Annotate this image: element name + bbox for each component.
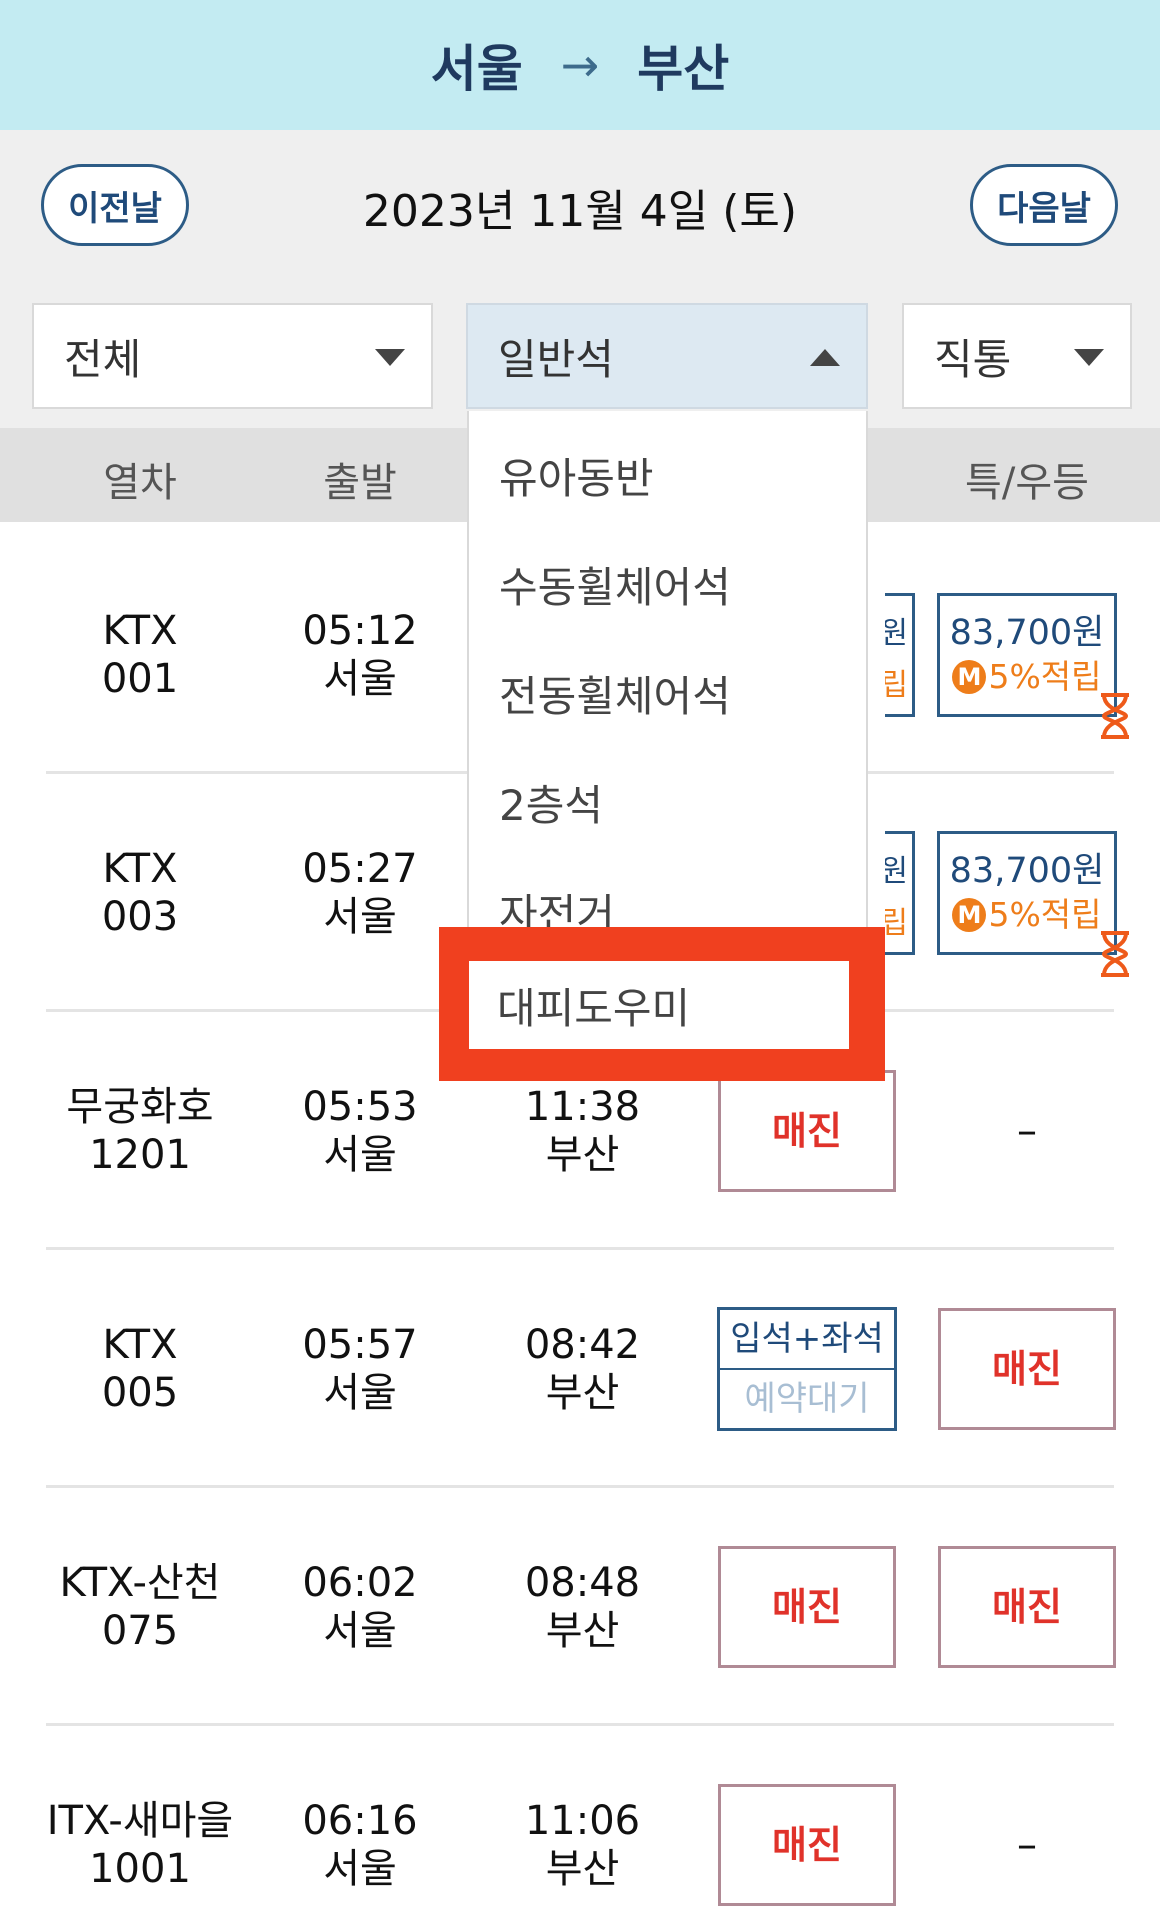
train-number: 075 <box>101 1608 179 1654</box>
mileage-text: 5%적립 <box>988 657 1102 696</box>
arrival-station: 부산 <box>545 1608 620 1654</box>
next-day-button[interactable]: 다음날 <box>970 164 1118 246</box>
route-header: 서울 → 부산 <box>0 0 1160 130</box>
arrival-time: 08:48 <box>524 1560 641 1606</box>
arrival-station: 부산 <box>545 1370 620 1416</box>
hourglass-icon <box>1101 931 1129 977</box>
arrival-station: 부산 <box>545 1846 620 1892</box>
arrival-time: 11:06 <box>524 1798 641 1844</box>
train-name: 무궁화호 <box>66 1084 214 1130</box>
caret-down-icon <box>375 349 405 366</box>
departure-time: 05:27 <box>302 846 418 892</box>
seat-class-select[interactable]: 일반석 <box>466 303 868 409</box>
dropdown-option[interactable]: 전동휠체어석 <box>499 663 731 724</box>
travel-date: 2023년 11월 4일 (토) <box>362 186 798 237</box>
table-row[interactable]: ITX-새마을 1001 06:16 서울 11:06 부산 매진 – <box>0 1726 1160 1926</box>
seat-price: 83,700원 <box>949 851 1105 891</box>
dropdown-option[interactable]: 유아동반 <box>499 445 654 506</box>
mileage-icon: M <box>952 898 987 932</box>
train-number: 1001 <box>89 1846 191 1892</box>
train-number: 1201 <box>89 1132 191 1178</box>
standing-seat-option[interactable]: 입석+좌석 <box>720 1310 894 1370</box>
arrow-right-icon: → <box>560 38 600 92</box>
route-type-value: 직통 <box>934 334 1012 384</box>
sold-out-button[interactable]: 매진 <box>718 1784 896 1906</box>
departure-time: 05:57 <box>302 1322 418 1368</box>
dropdown-option[interactable]: 2층석 <box>499 772 603 833</box>
arrival-station: 부산 <box>545 1132 620 1178</box>
arrival-city: 부산 <box>637 40 730 98</box>
sold-out-button[interactable]: 매진 <box>938 1308 1116 1430</box>
train-type-select[interactable]: 전체 <box>32 303 433 409</box>
arrival-time: 08:42 <box>524 1322 641 1368</box>
departure-station: 서울 <box>323 656 397 702</box>
col-departure: 출발 <box>323 460 397 506</box>
hourglass-icon <box>1101 693 1129 739</box>
departure-station: 서울 <box>323 1846 397 1892</box>
train-name: KTX <box>102 1322 178 1368</box>
caret-down-icon <box>1074 349 1104 366</box>
departure-station: 서울 <box>323 1608 397 1654</box>
train-name: ITX-새마을 <box>46 1798 234 1844</box>
train-name: KTX-산천 <box>59 1560 221 1606</box>
unavailable-dash: – <box>1017 1108 1037 1154</box>
train-name: KTX <box>102 846 178 892</box>
departure-time: 06:16 <box>302 1798 418 1844</box>
table-row[interactable]: KTX 005 05:57 서울 08:42 부산 입석+좌석 예약대기 매진 <box>0 1250 1160 1488</box>
col-train: 열차 <box>103 460 177 506</box>
seat-class-value: 일반석 <box>498 334 614 384</box>
departure-city: 서울 <box>430 40 523 98</box>
train-number: 001 <box>101 656 179 702</box>
unavailable-dash: – <box>1017 1822 1037 1868</box>
train-name: KTX <box>102 608 178 654</box>
train-type-value: 전체 <box>64 334 142 384</box>
mileage-text: 5%적립 <box>988 895 1102 934</box>
general-seat-button[interactable]: 원 립 <box>885 593 915 717</box>
dropdown-option[interactable]: 수동휠체어석 <box>499 554 731 615</box>
standing-waitlist-button[interactable]: 입석+좌석 예약대기 <box>717 1307 897 1431</box>
prev-day-button[interactable]: 이전날 <box>41 164 189 246</box>
departure-time: 05:12 <box>302 608 418 654</box>
seat-price: 83,700원 <box>949 613 1105 653</box>
train-number: 005 <box>101 1370 179 1416</box>
special-seat-price-button[interactable]: 83,700원 M 5%적립 <box>937 831 1129 977</box>
dropdown-option-evacuation-helper[interactable]: 대피도우미 <box>469 961 849 1049</box>
caret-up-icon <box>810 349 840 366</box>
train-number: 003 <box>101 894 179 940</box>
table-row[interactable]: KTX-산천 075 06:02 서울 08:48 부산 매진 매진 <box>0 1488 1160 1726</box>
sold-out-button[interactable]: 매진 <box>718 1070 896 1192</box>
seat-class-dropdown: 유아동반 수동휠체어석 전동휠체어석 2층석 자전거 <box>467 411 868 939</box>
departure-station: 서울 <box>323 894 397 940</box>
special-seat-price-button[interactable]: 83,700원 M 5%적립 <box>937 593 1129 739</box>
sold-out-button[interactable]: 매진 <box>718 1546 896 1668</box>
route-type-select[interactable]: 직통 <box>902 303 1132 409</box>
departure-station: 서울 <box>323 1370 397 1416</box>
sold-out-button[interactable]: 매진 <box>938 1546 1116 1668</box>
col-special: 특/우등 <box>965 460 1089 506</box>
highlight-box: 대피도우미 <box>439 927 885 1081</box>
waitlist-option[interactable]: 예약대기 <box>720 1370 894 1428</box>
departure-time: 05:53 <box>302 1084 418 1130</box>
departure-station: 서울 <box>323 1132 397 1178</box>
arrival-time: 11:38 <box>524 1084 641 1130</box>
departure-time: 06:02 <box>302 1560 418 1606</box>
mileage-icon: M <box>952 660 987 694</box>
general-seat-button[interactable]: 원 립 <box>885 831 915 955</box>
